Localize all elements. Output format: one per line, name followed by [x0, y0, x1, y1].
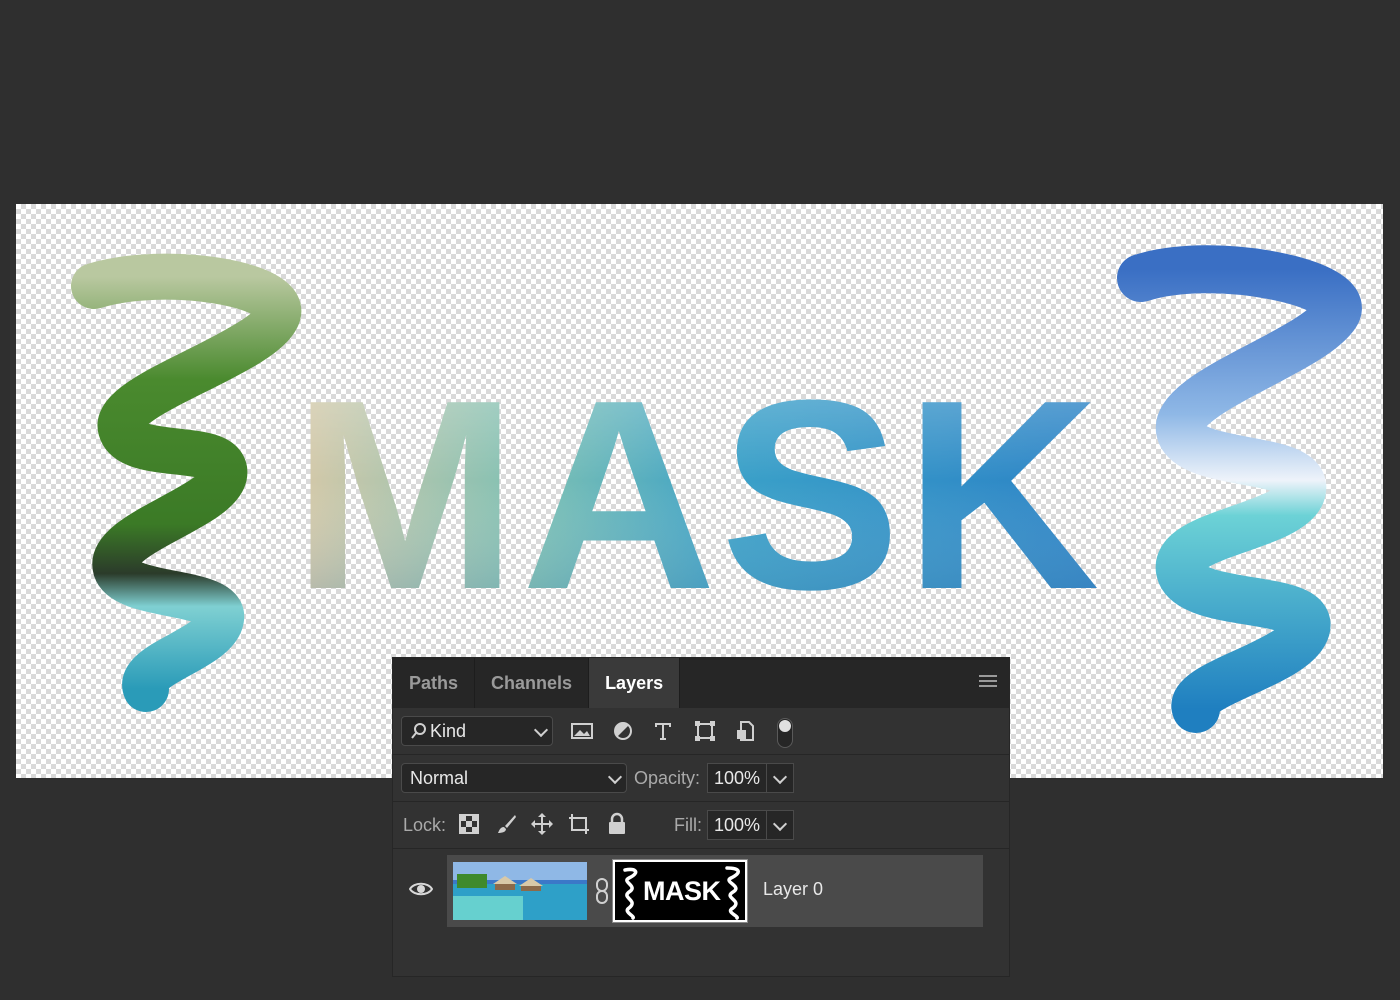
layer-row[interactable]: MASK Layer 0 — [447, 855, 983, 927]
search-icon — [411, 723, 426, 739]
shape-filter-icon[interactable] — [694, 720, 716, 742]
image-filter-icon[interactable] — [571, 720, 593, 742]
filter-toggle-icon[interactable] — [777, 718, 793, 748]
mask-thumbnail-text: MASK — [643, 876, 721, 906]
layer-thumbnail[interactable] — [453, 862, 587, 920]
fill-input[interactable]: 100% — [707, 810, 767, 840]
lock-transparent-pixels-icon[interactable] — [457, 812, 481, 836]
tab-channels[interactable]: Channels — [475, 658, 590, 708]
fill-label: Fill: — [674, 815, 702, 835]
lock-row: Lock: Fill: 100% — [393, 802, 1009, 849]
layer-thumbnail-image — [453, 862, 587, 920]
panel-menu-icon[interactable] — [979, 675, 997, 691]
lock-all-icon[interactable] — [605, 812, 629, 836]
layer-name[interactable]: Layer 0 — [763, 879, 823, 900]
tab-paths[interactable]: Paths — [393, 658, 476, 708]
lock-position-icon[interactable] — [530, 812, 554, 836]
visibility-eye-icon[interactable] — [409, 880, 433, 898]
right-squiggle-stroke — [1117, 245, 1362, 733]
lock-artboard-icon[interactable] — [567, 812, 591, 836]
mask-letters-shading: MASK — [293, 345, 1104, 646]
tab-layers[interactable]: Layers — [589, 658, 681, 708]
filter-row: Kind — [393, 708, 1009, 755]
left-squiggle-stroke — [71, 253, 302, 712]
lock-image-pixels-icon[interactable] — [495, 812, 519, 836]
opacity-label: Opacity: — [634, 768, 701, 788]
layers-panel: Paths Channels Layers Kind Normal Opacit… — [392, 657, 1010, 977]
layer-mask-thumbnail[interactable]: MASK — [612, 859, 748, 923]
adjustment-filter-icon[interactable] — [612, 720, 634, 742]
filter-kind-label: Kind — [430, 720, 467, 741]
lock-label: Lock: — [403, 815, 447, 835]
smart-object-filter-icon[interactable] — [735, 720, 757, 742]
blend-row: Normal Opacity: 100% — [393, 755, 1009, 802]
panel-tab-bar: Paths Channels Layers — [393, 658, 1009, 708]
blend-mode-dropdown[interactable]: Normal — [401, 763, 627, 793]
filter-kind-dropdown[interactable]: Kind — [401, 716, 553, 746]
blend-mode-value: Normal — [410, 767, 469, 788]
opacity-input[interactable]: 100% — [707, 763, 767, 793]
fill-dropdown-button[interactable] — [766, 810, 794, 840]
mask-link-chain-icon[interactable] — [595, 877, 609, 905]
opacity-dropdown-button[interactable] — [766, 763, 794, 793]
type-filter-icon[interactable] — [652, 720, 674, 742]
